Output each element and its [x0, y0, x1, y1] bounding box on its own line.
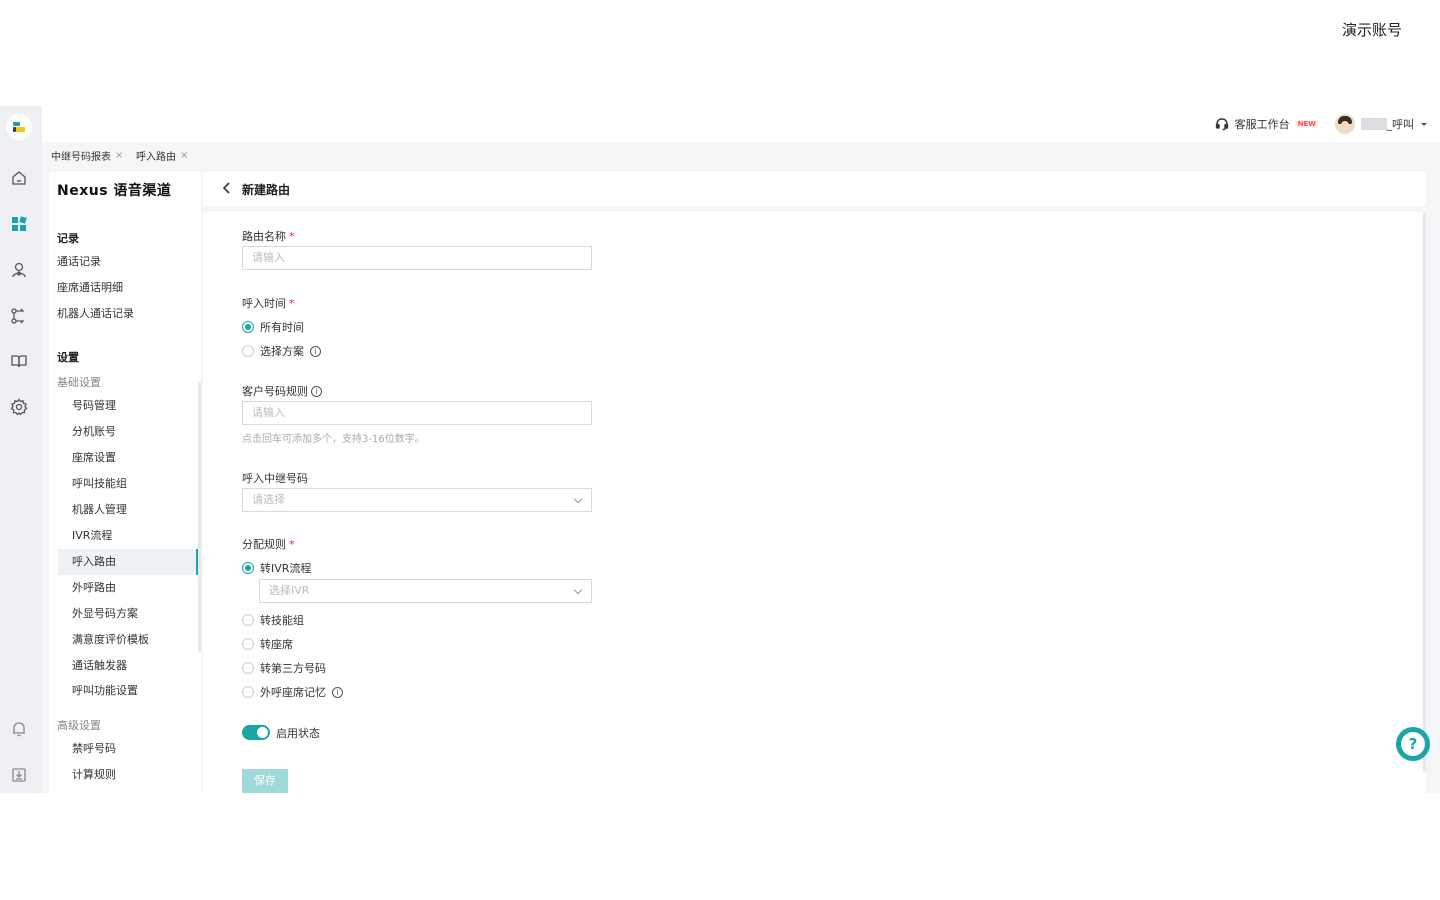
- tab-inbound-route[interactable]: 呼入路由 ×: [136, 148, 188, 163]
- tab-label: 呼入路由: [136, 152, 176, 163]
- sidebar-nav: Nexus 语音渠道 记录 通话记录 座席通话明细 机器人通话记录 设置 基础设…: [49, 172, 201, 793]
- sidebar-item-extension-accounts[interactable]: 分机账号: [72, 421, 116, 443]
- bell-icon[interactable]: [9, 719, 29, 739]
- sidebar-item-ivr-flow[interactable]: IVR流程: [72, 525, 112, 547]
- close-icon[interactable]: ×: [115, 150, 123, 161]
- radio-dot: [242, 562, 254, 574]
- radio-agent[interactable]: 转座席: [242, 636, 293, 652]
- app-window: 客服工作台 NEW _呼叫 中继号码报表 × 呼入路由 × Nexus 语音渠道…: [0, 106, 1440, 793]
- headset-icon: [1215, 118, 1228, 131]
- sidebar-item-calculation-rules[interactable]: 计算规则: [72, 764, 116, 786]
- radio-third-party-number[interactable]: 转第三方号码: [242, 660, 326, 676]
- top-bar: 客服工作台 NEW _呼叫: [42, 106, 1440, 142]
- help-button[interactable]: ?: [1396, 727, 1430, 761]
- avatar: [1334, 114, 1355, 134]
- book-icon[interactable]: [9, 351, 29, 371]
- route-name-label: 路由名称 *: [242, 230, 295, 243]
- sidebar-item-robot-management[interactable]: 机器人管理: [72, 499, 127, 521]
- radio-dot: [242, 686, 254, 698]
- ivr-select[interactable]: 选择IVR: [259, 579, 592, 603]
- demo-account-label: 演示账号: [1341, 21, 1402, 39]
- page-header: 新建路由: [203, 172, 1426, 212]
- route-name-input[interactable]: 请输入: [242, 246, 592, 270]
- sidebar-item-caller-id-plan[interactable]: 外显号码方案: [72, 603, 138, 625]
- close-icon[interactable]: ×: [180, 150, 188, 161]
- agent-icon[interactable]: [9, 260, 29, 280]
- question-icon: ?: [1401, 732, 1425, 756]
- info-icon[interactable]: i: [311, 385, 322, 397]
- radio-dot: [242, 614, 254, 626]
- home-icon[interactable]: [9, 168, 29, 188]
- radio-skill-group[interactable]: 转技能组: [242, 612, 304, 628]
- subgroup-advanced[interactable]: 高级设置: [57, 717, 101, 733]
- app-logo[interactable]: [6, 114, 32, 140]
- sidebar-title: Nexus 语音渠道: [57, 183, 172, 199]
- new-badge: NEW: [1295, 120, 1318, 128]
- info-icon[interactable]: i: [310, 345, 321, 357]
- back-icon[interactable]: [221, 180, 233, 199]
- user-menu[interactable]: _呼叫: [1334, 114, 1429, 134]
- save-button[interactable]: 保存: [242, 769, 288, 793]
- sidebar-item-robot-call-records[interactable]: 机器人通话记录: [57, 303, 134, 325]
- sidebar-item-agent-call-detail[interactable]: 座席通话明细: [57, 277, 123, 299]
- radio-dot: [242, 662, 254, 674]
- radio-ivr-flow[interactable]: 转IVR流程: [242, 560, 311, 576]
- status-toggle[interactable]: [242, 725, 270, 740]
- dashboard-icon[interactable]: [9, 214, 29, 234]
- group-settings: 设置: [57, 351, 79, 364]
- customer-rule-input[interactable]: 请输入: [242, 401, 592, 425]
- trunk-select[interactable]: 请选择: [242, 488, 592, 512]
- radio-dot: [242, 321, 254, 333]
- workbench-label: 客服工作台: [1234, 118, 1290, 131]
- icon-rail: [0, 106, 42, 793]
- radio-dot: [242, 638, 254, 650]
- caret-down-icon: [1421, 123, 1427, 126]
- workbench-link[interactable]: 客服工作台 NEW: [1215, 116, 1318, 132]
- subgroup-basic[interactable]: 基础设置: [57, 374, 101, 390]
- main-scrollbar[interactable]: [1423, 212, 1426, 772]
- call-time-label: 呼入时间 *: [242, 297, 295, 310]
- route-icon[interactable]: [9, 306, 29, 326]
- main-panel: 新建路由 路由名称 * 请输入 呼入时间 * 所有时间 选择方案 i 客户号码规则 i…: [203, 172, 1426, 793]
- sidebar-item-call-features[interactable]: 呼叫功能设置: [72, 680, 138, 702]
- radio-outbound-agent-memory[interactable]: 外呼座席记忆 i: [242, 684, 343, 700]
- tab-label: 中继号码报表: [51, 152, 111, 163]
- sidebar-item-satisfaction-template[interactable]: 满意度评价模板: [72, 629, 149, 651]
- sidebar-item-agent-settings[interactable]: 座席设置: [72, 447, 116, 469]
- tab-trunk-report[interactable]: 中继号码报表 ×: [51, 148, 123, 163]
- sidebar-item-inbound-route[interactable]: 呼入路由: [72, 551, 116, 573]
- customer-rule-hint: 点击回车可添加多个，支持3-16位数字。: [242, 434, 425, 445]
- sidebar-item-call-records[interactable]: 通话记录: [57, 251, 101, 273]
- customer-rule-label: 客户号码规则 i: [242, 383, 322, 399]
- sidebar-item-call-trigger[interactable]: 通话触发器: [72, 655, 127, 677]
- sidebar-scrollbar[interactable]: [198, 382, 201, 652]
- sidebar-item-number-management[interactable]: 号码管理: [72, 395, 116, 417]
- download-icon[interactable]: [9, 765, 29, 785]
- status-label: 启用状态: [276, 727, 320, 740]
- tabs-bar: 中继号码报表 × 呼入路由 ×: [42, 142, 1440, 166]
- page-title: 新建路由: [242, 183, 291, 197]
- user-name-suffix: _呼叫: [1386, 118, 1415, 131]
- info-icon[interactable]: i: [332, 686, 343, 698]
- radio-dot: [242, 345, 254, 357]
- dispatch-rule-label: 分配规则 *: [242, 538, 295, 551]
- sidebar-item-outbound-route[interactable]: 外呼路由: [72, 577, 116, 599]
- trunk-label: 呼入中继号码: [242, 472, 308, 485]
- radio-all-time[interactable]: 所有时间: [242, 319, 304, 335]
- group-records: 记录: [57, 232, 79, 245]
- radio-select-plan[interactable]: 选择方案 i: [242, 343, 321, 359]
- sidebar-item-blocked-numbers[interactable]: 禁呼号码: [72, 738, 116, 760]
- sidebar-item-skill-groups[interactable]: 呼叫技能组: [72, 473, 127, 495]
- settings-icon[interactable]: [9, 397, 29, 417]
- user-name-mask: [1360, 118, 1387, 130]
